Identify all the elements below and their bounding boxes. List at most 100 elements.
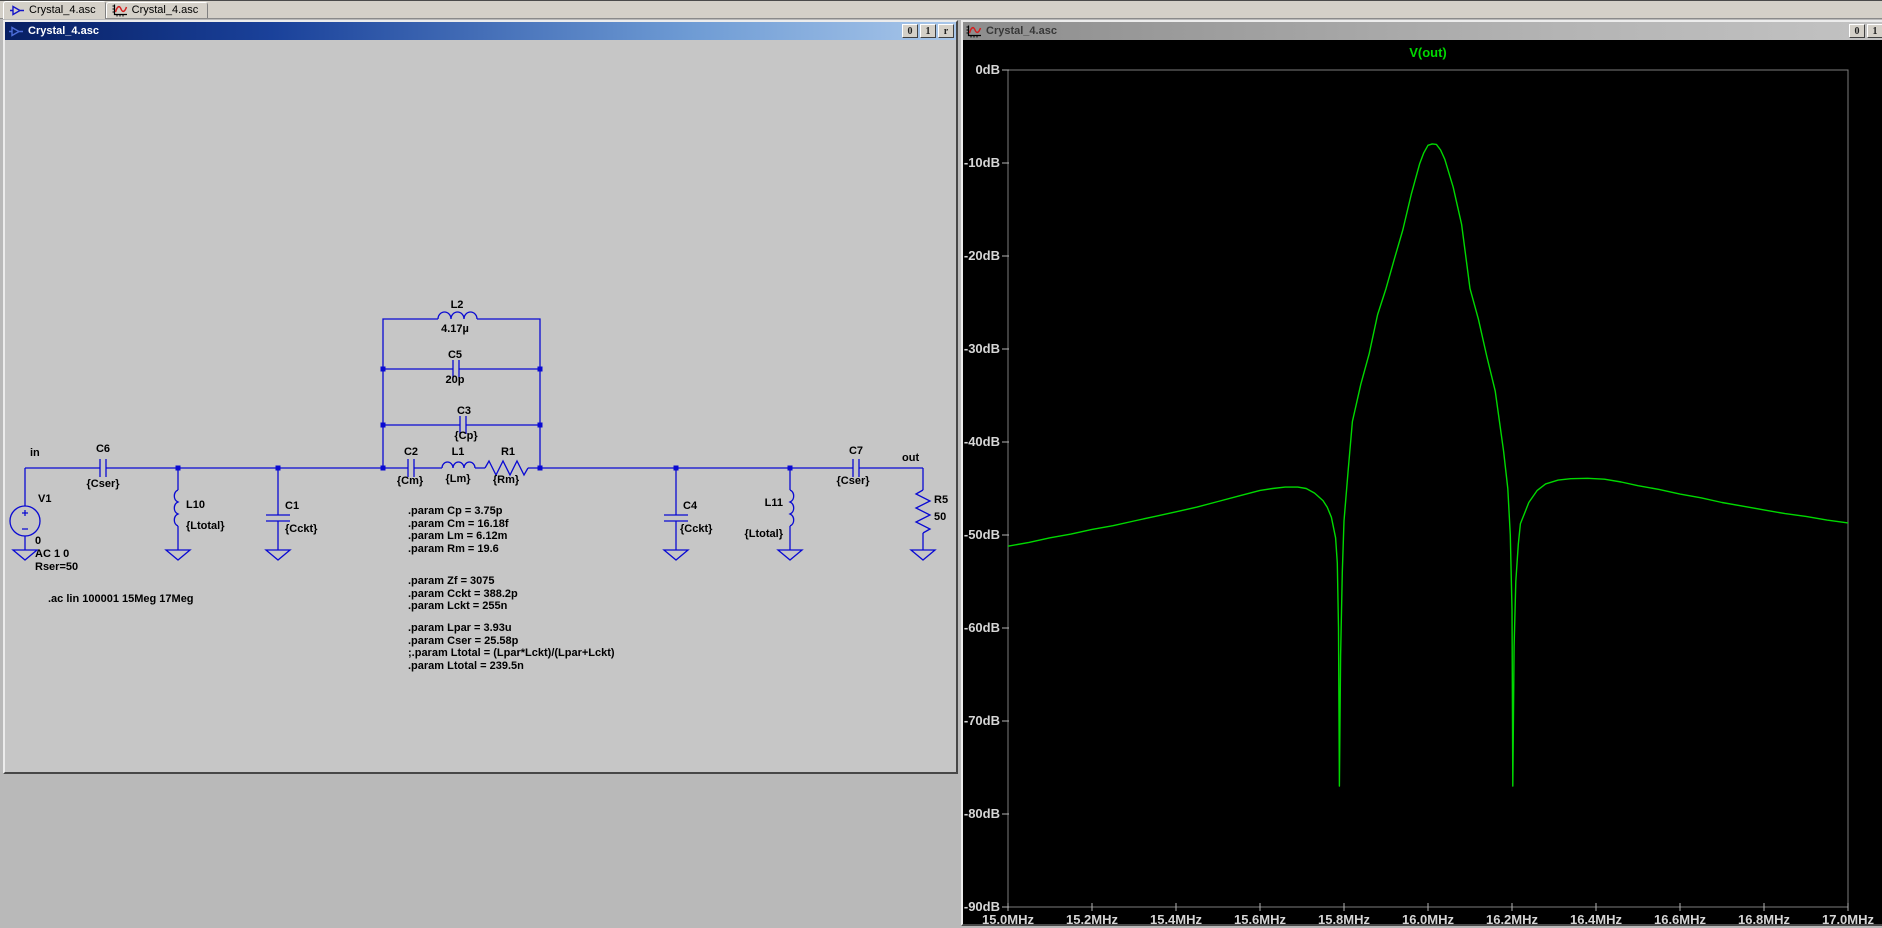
tab-waveform[interactable]: Crystal_4.asc bbox=[105, 2, 209, 18]
junction-dot bbox=[380, 465, 386, 471]
maximize-button[interactable]: 1 bbox=[920, 24, 936, 38]
svg-text:{Cm}: {Cm} bbox=[397, 475, 424, 487]
component-V1[interactable]: V1 0 AC 1 0 Rser=50 bbox=[9, 468, 78, 573]
ground-symbol bbox=[11, 549, 39, 561]
svg-text:;.param Ltotal = (Lpar*Lckt)/([interactable]: ;.param Ltotal = (Lpar*Lckt)/(Lpar+Lckt) bbox=[408, 647, 615, 659]
x-axis-label: 15.6MHz bbox=[1234, 912, 1287, 924]
tab-schematic[interactable]: Crystal_4.asc bbox=[3, 1, 106, 19]
svg-text:.param Cser = 25.58p[interactable]: .param Cser = 25.58p bbox=[408, 635, 519, 647]
document-tabbar: Crystal_4.asc Crystal_4.asc bbox=[0, 0, 1882, 19]
junction-dot bbox=[380, 366, 386, 372]
svg-text:L1: L1 bbox=[452, 446, 465, 458]
svg-text:Rser=50: Rser=50 bbox=[35, 561, 78, 573]
svg-text:C4: C4 bbox=[683, 500, 698, 512]
close-button[interactable]: r bbox=[938, 24, 954, 38]
net-label-in[interactable]: in bbox=[30, 447, 40, 459]
ltspice-root: { "tabs": [ { "label": "Crystal_4.asc", … bbox=[0, 0, 1882, 928]
minimize-button[interactable]: 0 bbox=[902, 24, 918, 38]
svg-text:AC 1 0: AC 1 0 bbox=[35, 548, 69, 560]
svg-text:{Cser}: {Cser} bbox=[86, 478, 120, 490]
component-L1[interactable]: L1 {Lm} bbox=[441, 446, 476, 485]
svg-text:.param Cm = 16.18f[interactable]: .param Cm = 16.18f bbox=[408, 518, 509, 530]
component-C5[interactable]: C5 20p bbox=[446, 349, 465, 386]
svg-text:{Cser}: {Cser} bbox=[836, 475, 870, 487]
svg-text:C5: C5 bbox=[448, 349, 462, 361]
component-L2[interactable]: L2 4.17µ bbox=[437, 299, 478, 335]
x-axis-label: 15.8MHz bbox=[1318, 912, 1371, 924]
component-C3[interactable]: C3 {Cp} bbox=[454, 405, 478, 442]
component-R1[interactable]: R1 {Rm} bbox=[484, 446, 529, 486]
x-axis-label: 16.4MHz bbox=[1570, 912, 1623, 924]
svg-text:.param Lpar = 3.93u[interactable]: .param Lpar = 3.93u bbox=[408, 622, 512, 634]
svg-text:.param Ltotal = 239.5n[interactable]: .param Ltotal = 239.5n bbox=[408, 660, 524, 672]
svg-text:L11: L11 bbox=[765, 497, 783, 509]
schematic-client: in out V1 0 AC 1 0 Rser=50 C6 {Cser} L10… bbox=[5, 40, 956, 772]
svg-text:.param Rm = 19.6[interactable]: .param Rm = 19.6 bbox=[408, 543, 499, 555]
svg-text:.param Zf = 3075[interactable]: .param Zf = 3075 bbox=[408, 575, 495, 587]
svg-text:V1: V1 bbox=[38, 493, 51, 505]
minimize-button[interactable]: 0 bbox=[1849, 24, 1865, 38]
svg-text:4.17µ: 4.17µ bbox=[441, 323, 469, 335]
maximize-button[interactable]: 1 bbox=[1867, 24, 1882, 38]
y-axis-label: -80dB bbox=[964, 806, 1000, 821]
svg-text:{Rm}: {Rm} bbox=[493, 474, 520, 486]
svg-text:C2: C2 bbox=[404, 446, 418, 458]
waveform-icon bbox=[112, 4, 127, 16]
component-C7[interactable]: C7 {Cser} bbox=[836, 445, 870, 487]
svg-text:{Cckt}: {Cckt} bbox=[680, 523, 713, 535]
junction-dot bbox=[537, 422, 543, 428]
y-axis-label: -60dB bbox=[964, 620, 1000, 635]
component-C6[interactable]: C6 {Cser} bbox=[86, 443, 120, 490]
svg-text:{Ltotal}: {Ltotal} bbox=[745, 528, 784, 540]
spice-directives[interactable]: .ac lin 100001 15Meg 17Meg .param Cp = 3… bbox=[48, 505, 615, 672]
junction-dot bbox=[380, 422, 386, 428]
titlebar-buttons: 0 1 bbox=[1849, 24, 1882, 38]
waveform-plot[interactable]: 0dB -10dB -20dB -30dB -40dB -50dB -60dB -70dB -8… bbox=[963, 40, 1882, 924]
plot-client: 0dB -10dB -20dB -30dB -40dB -50dB -60dB -70dB -8… bbox=[963, 40, 1882, 924]
titlebar-buttons: 0 1 r bbox=[902, 24, 954, 38]
junction-dot bbox=[537, 366, 543, 372]
junction-dot bbox=[275, 465, 281, 471]
component-L11[interactable]: L11 {Ltotal} bbox=[745, 489, 795, 540]
net-label-out[interactable]: out bbox=[902, 452, 919, 464]
x-axis-label: 17.0MHz bbox=[1822, 912, 1875, 924]
svg-text:.param Cckt = 388.2p[interactable]: .param Cckt = 388.2p bbox=[408, 588, 518, 600]
plot-window: Crystal_4.asc 0 1 0dB -10dB -20dB -30dB -40d… bbox=[961, 20, 1882, 926]
svg-text:{Cckt}: {Cckt} bbox=[285, 523, 318, 535]
component-L10[interactable]: L10 {Ltotal} bbox=[173, 489, 225, 532]
junction-dot bbox=[537, 465, 543, 471]
svg-text:C7: C7 bbox=[849, 445, 863, 457]
component-C2[interactable]: C2 {Cm} bbox=[397, 446, 424, 487]
tab-label: Crystal_4.asc bbox=[29, 4, 96, 16]
y-axis-label: -40dB bbox=[964, 434, 1000, 449]
svg-text:.param Lckt = 255n[interactable]: .param Lckt = 255n bbox=[408, 600, 508, 612]
y-axis-label: -30dB bbox=[964, 341, 1000, 356]
svg-text:0: 0 bbox=[35, 535, 41, 547]
svg-text:50: 50 bbox=[934, 511, 946, 523]
plot-window-titlebar[interactable]: Crystal_4.asc 0 1 bbox=[963, 22, 1882, 40]
ac-directive[interactable]: .ac lin 100001 15Meg 17Meg bbox=[48, 593, 194, 605]
x-axis-label: 15.0MHz bbox=[982, 912, 1035, 924]
y-axis-label: -50dB bbox=[964, 527, 1000, 542]
trace-legend[interactable]: V(out) bbox=[1409, 45, 1447, 60]
x-axis-label: 16.8MHz bbox=[1738, 912, 1791, 924]
svg-text:C6: C6 bbox=[96, 443, 110, 455]
y-axis-label: 0dB bbox=[975, 62, 1000, 77]
schematic-window-titlebar[interactable]: Crystal_4.asc 0 1 r bbox=[5, 22, 956, 40]
component-R5[interactable]: R5 50 bbox=[914, 489, 948, 534]
window-title: Crystal_4.asc bbox=[986, 25, 1057, 37]
svg-text:C3: C3 bbox=[457, 405, 471, 417]
schematic-canvas[interactable]: in out V1 0 AC 1 0 Rser=50 C6 {Cser} L10… bbox=[5, 40, 956, 772]
ground-symbol bbox=[662, 549, 690, 561]
x-axis-label: 16.0MHz bbox=[1402, 912, 1455, 924]
svg-text:R5: R5 bbox=[934, 494, 948, 506]
x-axis-label: 16.2MHz bbox=[1486, 912, 1539, 924]
component-C1[interactable]: C1 {Cckt} bbox=[266, 500, 318, 535]
component-C4[interactable]: C4 {Cckt} bbox=[664, 500, 713, 535]
svg-text:.param Lm = 6.12m[interactable]: .param Lm = 6.12m bbox=[408, 530, 508, 542]
svg-text:.param Cp = 3.75p[interactable]: .param Cp = 3.75p bbox=[408, 505, 503, 517]
svg-text:20p: 20p bbox=[446, 374, 465, 386]
ground-symbol bbox=[164, 549, 192, 561]
junction-dot bbox=[673, 465, 679, 471]
junction-dot bbox=[787, 465, 793, 471]
